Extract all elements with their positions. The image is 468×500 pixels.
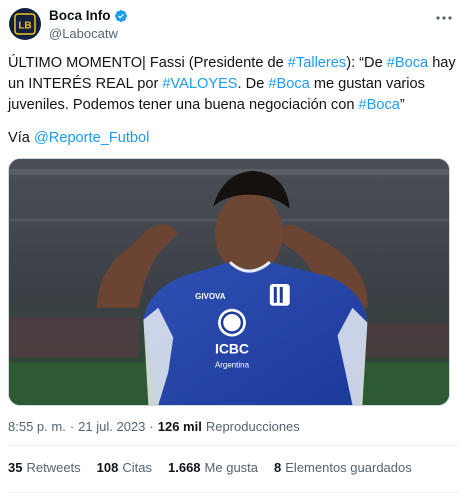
jersey-sponsor-text: ICBC xyxy=(215,340,249,356)
divider xyxy=(8,445,460,446)
tweet-text-segment: ” xyxy=(399,97,405,113)
avatar-logo-text: LB xyxy=(18,21,31,32)
quotes-label: Citas xyxy=(122,460,152,475)
jersey-brand-text: GIVOVA xyxy=(195,292,226,301)
bookmarks-label: Elementos guardados xyxy=(285,460,412,475)
quotes-stat[interactable]: 108 Citas xyxy=(97,460,152,475)
verified-badge-icon xyxy=(114,9,127,22)
retweets-label: Retweets xyxy=(26,460,81,475)
via-line: Vía @Reporte_Futbol xyxy=(8,128,149,149)
tweet-text: ÚLTIMO MOMENTO| Fassi (Presidente de #Ta… xyxy=(8,53,460,116)
engagement-stats: 35 Retweets 108 Citas 1.668 Me gusta 8 E… xyxy=(8,460,412,475)
likes-stat[interactable]: 1.668 Me gusta xyxy=(168,460,258,475)
retweets-stat[interactable]: 35 Retweets xyxy=(8,460,81,475)
tweet-text-segment: ): “De xyxy=(346,55,387,71)
views-count: 126 mil xyxy=(157,419,202,434)
hashtag-link[interactable]: #Boca xyxy=(387,55,428,71)
more-options-icon xyxy=(436,16,452,20)
tweet-date[interactable]: 21 jul. 2023 xyxy=(78,419,145,434)
tweet-card: LB Boca Info @Labocatw ÚLTIMO MOMENTO| F… xyxy=(0,0,468,500)
likes-count: 1.668 xyxy=(168,460,201,475)
hashtag-link[interactable]: #Talleres xyxy=(288,55,346,71)
avatar[interactable]: LB xyxy=(9,8,41,40)
via-mention-link[interactable]: @Reporte_Futbol xyxy=(34,130,149,146)
player-photo: GIVOVA ICBC Argentina xyxy=(9,159,449,405)
tweet-meta: 8:55 p. m. · 21 jul. 2023 · 126 mil Repr… xyxy=(8,419,300,434)
retweets-count: 35 xyxy=(8,460,23,475)
meta-separator: · xyxy=(69,419,75,434)
display-name[interactable]: Boca Info xyxy=(49,8,111,23)
bookmarks-stat[interactable]: 8 Elementos guardados xyxy=(274,460,412,475)
tweet-text-segment: ÚLTIMO MOMENTO| Fassi (Presidente de xyxy=(8,55,288,71)
quotes-count: 108 xyxy=(96,460,119,475)
hashtag-link[interactable]: #Boca xyxy=(359,97,400,113)
divider-bottom xyxy=(8,492,460,493)
boca-info-logo-icon: LB xyxy=(14,13,36,35)
user-handle[interactable]: @Labocatw xyxy=(49,26,118,41)
tweet-photo[interactable]: GIVOVA ICBC Argentina xyxy=(8,158,450,406)
jersey-sponsor-sub-text: Argentina xyxy=(215,360,250,369)
tweet-time[interactable]: 8:55 p. m. xyxy=(8,419,66,434)
more-options-button[interactable] xyxy=(434,8,454,28)
tweet-text-segment: . De xyxy=(237,76,269,92)
views-label: Reproducciones xyxy=(205,419,300,434)
hashtag-link[interactable]: #VALOYES xyxy=(162,76,237,92)
name-row: Boca Info xyxy=(49,8,128,23)
hashtag-link[interactable]: #Boca xyxy=(268,76,309,92)
meta-separator-2: · xyxy=(149,419,154,434)
tweet-header: LB Boca Info @Labocatw xyxy=(0,0,468,50)
likes-label: Me gusta xyxy=(204,460,259,475)
via-prefix: Vía xyxy=(8,130,34,146)
bookmarks-count: 8 xyxy=(274,460,282,475)
